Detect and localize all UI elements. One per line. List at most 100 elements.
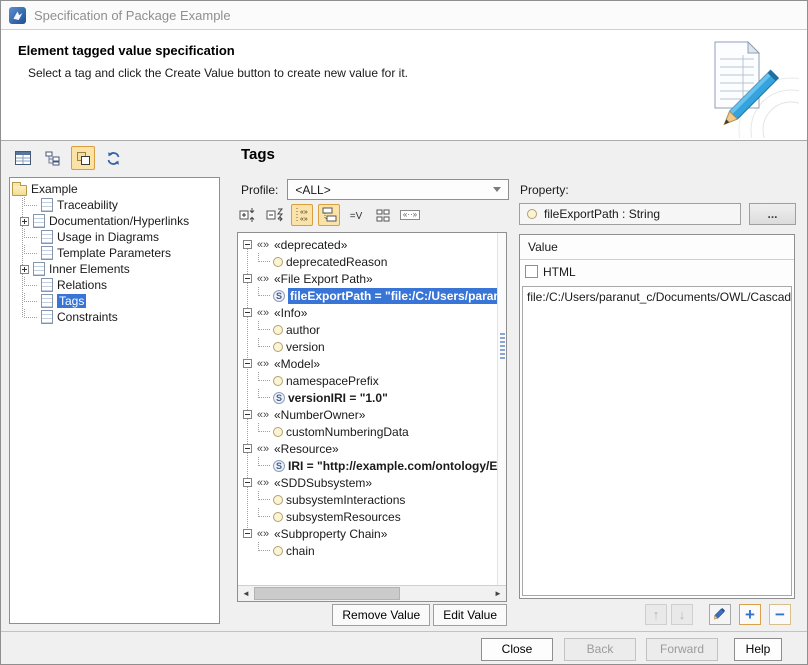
stereotype-icon xyxy=(255,409,271,421)
tree-item-traceability[interactable]: Traceability xyxy=(12,197,219,213)
table-view-icon[interactable] xyxy=(11,146,35,170)
value-text-area[interactable]: file:/C:/Users/paranut_c/Documents/OWL/C… xyxy=(522,286,792,596)
show-stereotypes-icon[interactable]: «»«» xyxy=(291,204,313,226)
back-button[interactable]: Back xyxy=(564,638,636,661)
tag-row[interactable]: customNumberingData xyxy=(243,423,497,440)
scroll-right-icon[interactable] xyxy=(490,586,506,601)
tag-icon xyxy=(273,376,283,386)
tag-group-row[interactable]: «NumberOwner» xyxy=(243,406,497,423)
collapse-icon[interactable] xyxy=(243,359,252,368)
tag-icon xyxy=(273,427,283,437)
horizontal-scrollbar[interactable] xyxy=(238,585,506,601)
tag-group-row[interactable]: «Info» xyxy=(243,304,497,321)
tag-group-row[interactable]: «Model» xyxy=(243,355,497,372)
expand-nodes-icon[interactable] xyxy=(237,204,259,226)
property-label: Property: xyxy=(520,183,569,197)
help-button[interactable]: Help xyxy=(734,638,782,661)
tree-connector xyxy=(258,253,270,262)
collapse-icon[interactable] xyxy=(243,308,252,317)
expander-icon[interactable] xyxy=(20,265,29,274)
tree-item-template-parameters[interactable]: Template Parameters xyxy=(12,245,219,261)
scroll-left-icon[interactable] xyxy=(238,586,254,601)
tag-row[interactable]: deprecatedReason xyxy=(243,253,497,270)
svg-text:«»: «» xyxy=(300,216,308,223)
tree-item-label: Inner Elements xyxy=(49,262,130,276)
footer-bar: Close Back Forward Help xyxy=(1,631,808,665)
copy-view-icon[interactable] xyxy=(71,146,95,170)
collapse-icon[interactable] xyxy=(243,410,252,419)
chevron-down-icon xyxy=(493,187,501,192)
titlebar[interactable]: Specification of Package Example xyxy=(1,1,807,30)
tree-connector xyxy=(258,287,270,296)
tag-group-row[interactable]: «Subproperty Chain» xyxy=(243,525,497,542)
move-up-icon[interactable] xyxy=(645,604,667,625)
tree-item-usage-in-diagrams[interactable]: Usage in Diagrams xyxy=(12,229,219,245)
tag-group-label: «NumberOwner» xyxy=(274,408,365,422)
grid-view-icon[interactable] xyxy=(372,204,394,226)
stereotype-box-icon[interactable] xyxy=(399,204,421,226)
profile-combobox[interactable]: <ALL> xyxy=(287,179,509,200)
group-by-profile-icon[interactable] xyxy=(318,204,340,226)
tag-row[interactable]: author xyxy=(243,321,497,338)
collapse-nodes-icon[interactable] xyxy=(264,204,286,226)
document-pencil-icon xyxy=(687,32,799,138)
svg-text:«»: «» xyxy=(300,209,308,216)
tree-item-inner-elements[interactable]: Inner Elements xyxy=(12,261,219,277)
tag-row-selected[interactable]: fileExportPath = "file:/C:/Users/paranut xyxy=(243,287,497,304)
collapse-icon[interactable] xyxy=(243,444,252,453)
add-value-icon[interactable] xyxy=(739,604,761,625)
string-tag-icon xyxy=(273,290,285,302)
forward-button[interactable]: Forward xyxy=(646,638,718,661)
collapse-icon[interactable] xyxy=(243,274,252,283)
tags-tree-content: «deprecated» deprecatedReason «File Expo… xyxy=(238,233,497,585)
tree-item-relations[interactable]: Relations xyxy=(12,277,219,293)
scrollbar-thumb[interactable] xyxy=(254,587,400,600)
tree-item-constraints[interactable]: Constraints xyxy=(12,309,219,325)
property-more-button[interactable]: ... xyxy=(749,203,796,225)
edit-pencil-icon[interactable] xyxy=(709,604,731,625)
move-down-icon[interactable] xyxy=(671,604,693,625)
tag-row[interactable]: chain xyxy=(243,542,497,559)
tree-item-tags[interactable]: Tags xyxy=(12,293,219,309)
value-header: Value xyxy=(520,235,794,260)
tree-view-icon[interactable] xyxy=(41,146,65,170)
html-checkbox-label: HTML xyxy=(543,265,576,279)
refresh-icon[interactable] xyxy=(101,146,125,170)
scrollbar-track[interactable] xyxy=(254,586,490,601)
html-checkbox[interactable] xyxy=(525,265,538,278)
document-icon xyxy=(33,262,45,276)
folder-icon xyxy=(12,185,27,196)
tags-heading: Tags xyxy=(241,146,275,163)
tag-row[interactable]: subsystemResources xyxy=(243,508,497,525)
tag-group-row[interactable]: «SDDSubsystem» xyxy=(243,474,497,491)
collapse-icon[interactable] xyxy=(243,529,252,538)
tag-row[interactable]: version xyxy=(243,338,497,355)
property-field[interactable]: fileExportPath : String xyxy=(519,203,741,225)
tree-connector xyxy=(258,338,270,347)
expander-icon[interactable] xyxy=(20,217,29,226)
remove-value-icon[interactable] xyxy=(769,604,791,625)
element-tree: Example Traceability Documentation/Hyper… xyxy=(9,177,220,624)
close-button[interactable]: Close xyxy=(481,638,553,661)
show-default-values-icon[interactable] xyxy=(345,204,367,226)
tag-group-row[interactable]: «File Export Path» xyxy=(243,270,497,287)
collapse-icon[interactable] xyxy=(243,240,252,249)
app-icon xyxy=(9,7,26,24)
tag-row[interactable]: IRI = "http://example.com/ontology/E xyxy=(243,457,497,474)
collapse-icon[interactable] xyxy=(243,478,252,487)
tag-row[interactable]: subsystemInteractions xyxy=(243,491,497,508)
scrollbar-thumb[interactable] xyxy=(500,333,505,361)
edit-value-button[interactable]: Edit Value xyxy=(433,604,507,626)
remove-value-button[interactable]: Remove Value xyxy=(332,604,430,626)
tag-row[interactable]: namespacePrefix xyxy=(243,372,497,389)
document-icon xyxy=(41,198,53,212)
tag-group-row[interactable]: «deprecated» xyxy=(243,236,497,253)
value-panel: Value HTML file:/C:/Users/paranut_c/Docu… xyxy=(519,234,795,599)
tree-item-example[interactable]: Example xyxy=(12,181,219,197)
tag-row[interactable]: versionIRI = "1.0" xyxy=(243,389,497,406)
tag-group-row[interactable]: «Resource» xyxy=(243,440,497,457)
stereotype-icon xyxy=(255,239,271,251)
tree-item-label: Template Parameters xyxy=(57,246,171,260)
vertical-scrollbar[interactable] xyxy=(497,233,506,585)
tree-item-documentation[interactable]: Documentation/Hyperlinks xyxy=(12,213,219,229)
